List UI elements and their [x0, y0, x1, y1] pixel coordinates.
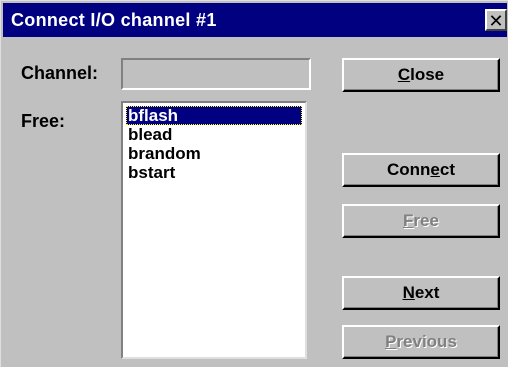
title-bar: Connect I/O channel #1 ✕	[3, 3, 507, 37]
next-button-accel: N	[402, 283, 415, 302]
previous-button-label-post: revious	[396, 332, 457, 351]
dialog-title: Connect I/O channel #1	[11, 10, 217, 30]
free-label: Free:	[21, 111, 66, 131]
next-button-label-post: ext	[414, 283, 440, 302]
list-item[interactable]: brandom	[126, 144, 302, 163]
previous-button[interactable]: Previous	[342, 325, 500, 359]
connect-button-label-pre: Conn	[386, 160, 431, 179]
close-button[interactable]: Close	[342, 58, 500, 92]
list-item[interactable]: bstart	[126, 163, 302, 182]
free-button-accel: F	[403, 211, 414, 230]
channel-label: Channel:	[21, 63, 99, 83]
connect-button-accel: e	[430, 160, 440, 179]
list-item[interactable]: bflash	[126, 106, 302, 125]
next-button[interactable]: Next	[342, 276, 500, 310]
close-window-icon[interactable]: ✕	[485, 9, 507, 31]
list-item[interactable]: blead	[126, 125, 302, 144]
free-channel-listbox[interactable]: bflash blead brandom bstart	[121, 101, 307, 359]
connect-button-label-post: ct	[439, 160, 456, 179]
previous-button-accel: P	[385, 332, 397, 351]
connect-io-dialog: Connect I/O channel #1 ✕ Channel: Free: …	[0, 0, 508, 367]
close-button-label-post: lose	[410, 65, 445, 84]
close-button-accel: C	[397, 65, 411, 84]
channel-field	[121, 58, 311, 90]
free-button[interactable]: Free	[342, 204, 500, 238]
free-button-label-post: ree	[413, 211, 439, 230]
connect-button[interactable]: Connect	[342, 153, 500, 187]
